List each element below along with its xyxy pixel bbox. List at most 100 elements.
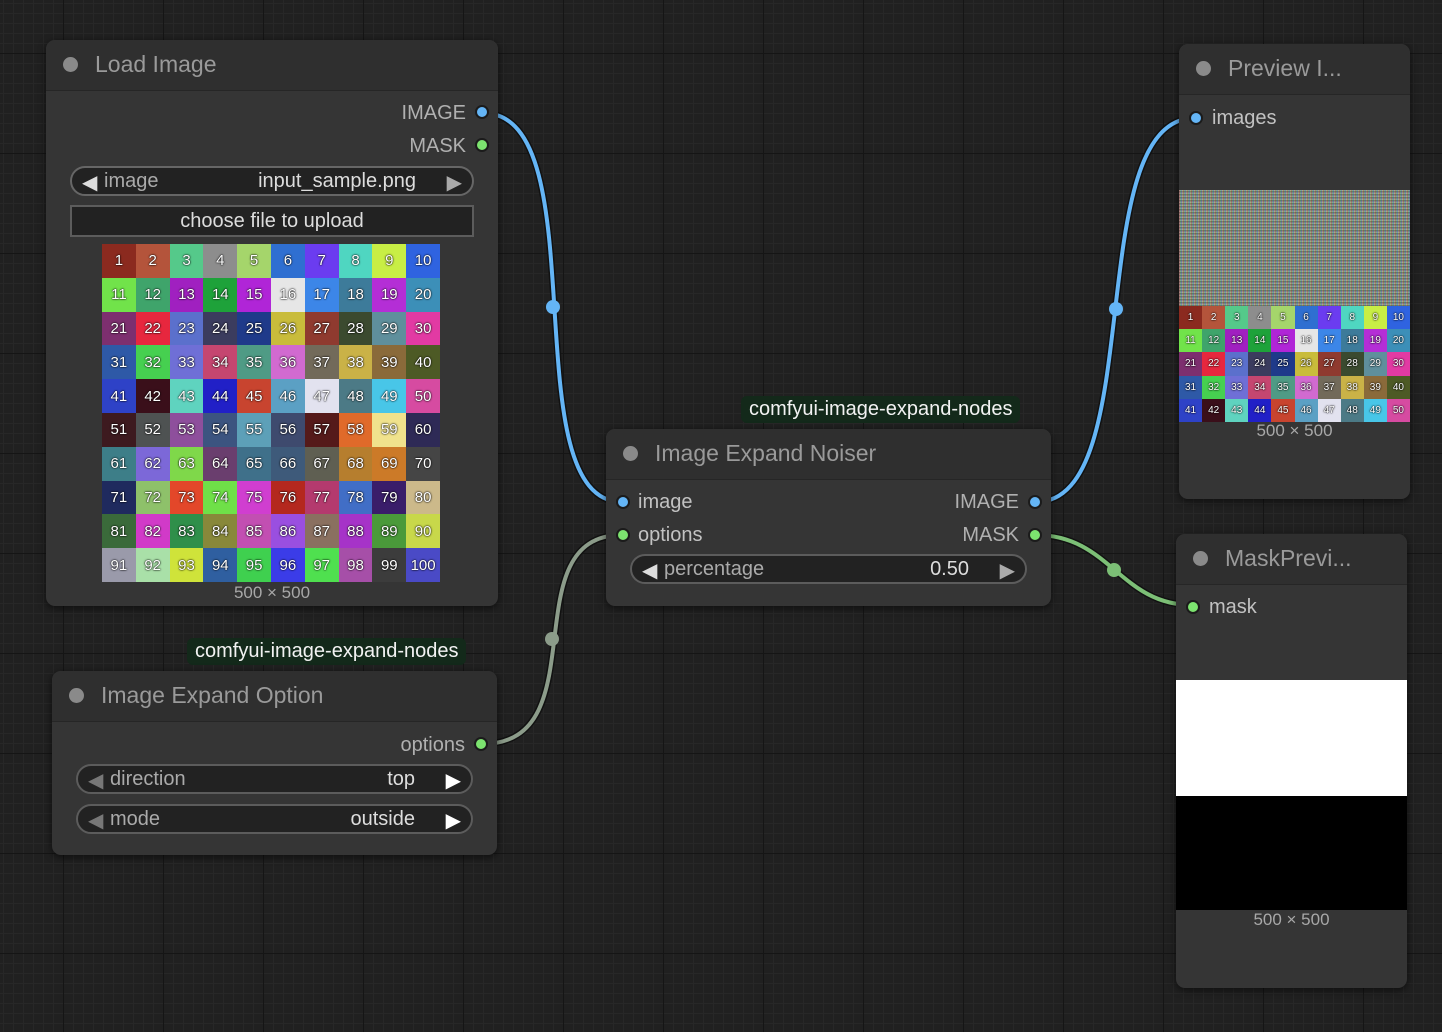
input-slot-mask[interactable] — [1186, 600, 1200, 614]
grid-cell: 100 — [406, 548, 440, 582]
grid-cell: 59 — [372, 412, 407, 447]
input-slot-images[interactable] — [1189, 111, 1203, 125]
grid-cell: 17 — [1317, 329, 1341, 353]
grid-cell: 62 — [135, 446, 170, 481]
widget-left-arrow-icon[interactable]: ◀ — [82, 170, 97, 195]
collapse-dot-icon[interactable] — [69, 688, 84, 703]
grid-cell: 25 — [237, 311, 271, 346]
link-midpoint — [1109, 302, 1123, 316]
image-expand-noiser-node[interactable]: Image Expand Noiser image options IMAGE … — [606, 429, 1051, 606]
grid-cell: 38 — [1340, 375, 1364, 399]
grid-cell: 88 — [338, 514, 373, 549]
grid-cell: 99 — [372, 548, 407, 582]
grid-cell: 75 — [237, 480, 271, 515]
output-label-mask: MASK — [409, 135, 466, 157]
widget-right-arrow-icon[interactable]: ▶ — [447, 170, 462, 195]
input-slot-options[interactable] — [616, 528, 630, 542]
grid-cell: 92 — [135, 548, 170, 582]
node-title-bar[interactable]: Image Expand Noiser — [606, 429, 1051, 480]
link-mask-to-maskpreview — [1034, 533, 1194, 607]
grid-cell: 40 — [406, 345, 440, 380]
grid-cell: 53 — [169, 412, 204, 447]
node-title-bar[interactable]: Preview I... — [1179, 44, 1410, 95]
link-image-to-noiser — [481, 111, 624, 504]
grid-cell: 46 — [1294, 398, 1318, 422]
input-slot-image[interactable] — [616, 495, 630, 509]
image-preview: 1 2 3 4 5 6 7 8 9 10 11 12 13 14 15 16 17 18 19 20 21 22 23 24 2… — [1179, 306, 1410, 422]
grid-cell: 16 — [1294, 329, 1318, 353]
grid-cell: 64 — [203, 446, 238, 481]
grid-cell: 63 — [169, 446, 204, 481]
node-title-bar[interactable]: MaskPrevi... — [1176, 534, 1407, 585]
grid-cell: 72 — [135, 480, 170, 515]
upload-button[interactable]: choose file to upload — [70, 205, 474, 237]
output-slot-options[interactable] — [474, 737, 488, 751]
grid-cell: 14 — [203, 277, 238, 312]
output-slot-image[interactable] — [475, 105, 489, 119]
preview-image-node[interactable]: Preview I... images 1 2 3 4 5 6 7 8 9 10 11 12 13 14 1… — [1179, 44, 1410, 499]
grid-cell: 70 — [406, 446, 440, 481]
collapse-dot-icon[interactable] — [63, 57, 78, 72]
grid-cell: 5 — [1271, 306, 1295, 330]
grid-cell: 66 — [270, 446, 305, 481]
grid-cell: 34 — [203, 345, 238, 380]
grid-cell: 33 — [1225, 375, 1249, 399]
node-title: Load Image — [95, 51, 217, 77]
widget-left-arrow-icon[interactable]: ◀ — [88, 808, 103, 833]
grid-cell: 37 — [1317, 375, 1341, 399]
mask-preview-node[interactable]: MaskPrevi... mask 500 × 500 — [1176, 534, 1407, 988]
grid-cell: 32 — [135, 345, 170, 380]
widget-right-arrow-icon[interactable]: ▶ — [446, 808, 461, 833]
grid-cell: 42 — [135, 379, 170, 413]
grid-cell: 11 — [1179, 329, 1203, 353]
grid-cell: 27 — [304, 311, 339, 346]
grid-cell: 4 — [203, 244, 238, 278]
output-slot-mask[interactable] — [1028, 528, 1042, 542]
grid-cell: 31 — [1179, 375, 1203, 399]
grid-cell: 25 — [1271, 352, 1295, 376]
grid-cell: 52 — [135, 412, 170, 447]
image-expand-option-node[interactable]: Image Expand Option options ◀ direction … — [52, 671, 497, 855]
node-title-bar[interactable]: Load Image — [46, 40, 498, 91]
grid-cell: 3 — [169, 244, 204, 278]
grid-cell: 80 — [406, 480, 440, 515]
grid-cell: 40 — [1386, 375, 1410, 399]
collapse-dot-icon[interactable] — [1196, 61, 1211, 76]
widget-right-arrow-icon[interactable]: ▶ — [1000, 558, 1015, 583]
node-source-badge: comfyui-image-expand-nodes — [741, 396, 1021, 423]
grid-cell: 86 — [270, 514, 305, 549]
grid-cell: 55 — [237, 412, 271, 447]
grid-cell: 28 — [1340, 352, 1364, 376]
grid-cell: 27 — [1317, 352, 1341, 376]
image-combo-widget[interactable]: ◀ image input_sample.png ▶ — [70, 166, 474, 196]
grid-cell: 29 — [372, 311, 407, 346]
grid-cell: 34 — [1248, 375, 1272, 399]
widget-right-arrow-icon[interactable]: ▶ — [446, 768, 461, 793]
grid-cell: 73 — [169, 480, 204, 515]
input-label-options: options — [638, 524, 703, 546]
node-title-bar[interactable]: Image Expand Option — [52, 671, 497, 722]
grid-cell: 6 — [1294, 306, 1318, 330]
grid-cell: 19 — [372, 277, 407, 312]
output-slot-image[interactable] — [1028, 495, 1042, 509]
widget-left-arrow-icon[interactable]: ◀ — [88, 768, 103, 793]
collapse-dot-icon[interactable] — [1193, 551, 1208, 566]
image-dimensions: 500 × 500 — [1256, 421, 1333, 440]
mode-combo-widget[interactable]: ◀ mode outside ▶ — [76, 804, 473, 834]
grid-cell: 46 — [270, 379, 305, 413]
grid-cell: 22 — [1202, 352, 1226, 376]
grid-cell: 21 — [102, 311, 136, 346]
grid-cell: 44 — [1248, 398, 1272, 422]
widget-label: image — [104, 170, 159, 192]
grid-cell: 15 — [1271, 329, 1295, 353]
direction-combo-widget[interactable]: ◀ direction top ▶ — [76, 764, 473, 794]
load-image-node[interactable]: Load Image IMAGE MASK ◀ image input_samp… — [46, 40, 498, 606]
grid-cell: 13 — [169, 277, 204, 312]
collapse-dot-icon[interactable] — [623, 446, 638, 461]
output-slot-mask[interactable] — [475, 138, 489, 152]
grid-cell: 20 — [1386, 329, 1410, 353]
percentage-number-widget[interactable]: ◀ percentage 0.50 ▶ — [630, 554, 1027, 584]
grid-cell: 93 — [169, 548, 204, 582]
widget-left-arrow-icon[interactable]: ◀ — [642, 558, 657, 583]
grid-cell: 50 — [1386, 398, 1410, 422]
